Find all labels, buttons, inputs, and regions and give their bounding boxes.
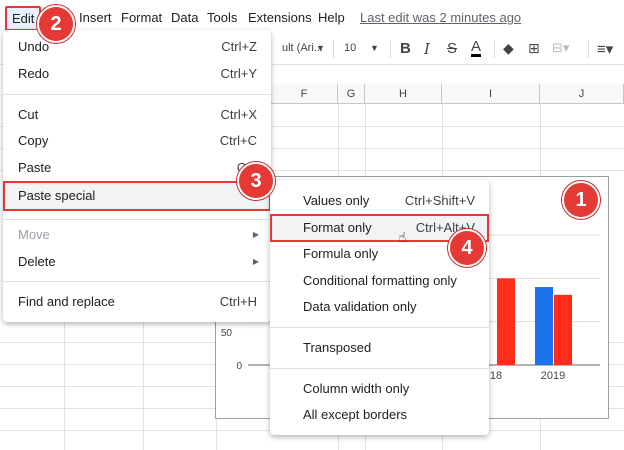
submenu-item-values-only[interactable]: Values only Ctrl+Shift+V: [270, 188, 489, 214]
menu-format[interactable]: Format: [121, 10, 162, 25]
menu-item-move[interactable]: Move ▶: [3, 222, 271, 248]
hand-cursor-icon: ☝: [398, 229, 407, 245]
column-header-h[interactable]: H: [365, 84, 442, 104]
column-header-i[interactable]: I: [442, 84, 540, 104]
column-header-j[interactable]: J: [540, 84, 624, 104]
paste-label: Paste: [18, 160, 52, 175]
last-edit-link[interactable]: Last edit was 2 minutes ago: [360, 10, 521, 25]
menu-tools[interactable]: Tools: [207, 10, 237, 25]
menu-item-cut[interactable]: Cut Ctrl+X: [3, 102, 271, 128]
italic-button[interactable]: I: [424, 40, 430, 58]
column-header-f[interactable]: F: [271, 84, 338, 104]
copy-label: Copy: [18, 133, 49, 148]
strikethrough-button[interactable]: S: [447, 40, 457, 57]
edit-menu: Undo Ctrl+Z Redo Ctrl+Y Cut Ctrl+X Copy …: [3, 30, 271, 322]
x-tick-label-2019: 2019: [541, 370, 565, 382]
x-tick-label-18: 18: [490, 370, 502, 382]
y-tick-label-0: 0: [236, 361, 242, 372]
menu-divider: [3, 281, 271, 282]
menu-edit[interactable]: Edit: [5, 6, 42, 31]
paste-special-label: Paste special: [18, 188, 96, 203]
align-left-icon[interactable]: ≡▾: [597, 40, 613, 58]
submenu-item-all-except-borders[interactable]: All except borders: [270, 402, 489, 428]
values-only-shortcut: Ctrl+Shift+V: [404, 193, 475, 208]
chart-bar: [497, 278, 515, 365]
chart-bar: [554, 294, 572, 365]
borders-icon[interactable]: ⊞: [528, 40, 540, 57]
fill-color-icon[interactable]: ◆: [503, 40, 514, 57]
step-badge-2: 2: [37, 5, 75, 43]
y-tick-label-50: 50: [221, 328, 233, 339]
redo-shortcut: Ctrl+Y: [220, 66, 257, 81]
menu-item-paste-special[interactable]: Paste special: [3, 181, 271, 211]
column-header-g[interactable]: G: [338, 84, 365, 104]
menu-item-copy[interactable]: Copy Ctrl+C: [3, 128, 271, 154]
find-replace-label: Find and replace: [18, 294, 115, 309]
data-validation-label: Data validation only: [303, 299, 417, 314]
menu-divider: [3, 219, 271, 220]
conditional-formatting-label: Conditional formatting only: [303, 273, 457, 288]
column-width-label: Column width only: [303, 381, 410, 396]
submenu-item-conditional-formatting-only[interactable]: Conditional formatting only: [270, 268, 489, 294]
copy-shortcut: Ctrl+C: [219, 133, 257, 148]
submenu-item-column-width-only[interactable]: Column width only: [270, 376, 489, 402]
formula-only-label: Formula only: [303, 246, 379, 261]
font-size-select[interactable]: 10: [344, 42, 356, 54]
menu-bar: Edit Insert Format Data Tools Extensions…: [0, 0, 624, 34]
chart-bar: [535, 287, 553, 365]
menu-divider: [3, 94, 271, 95]
submenu-item-data-validation-only[interactable]: Data validation only: [270, 294, 489, 320]
font-chevron-down-icon[interactable]: ▼: [316, 43, 325, 53]
find-replace-shortcut: Ctrl+H: [219, 294, 257, 309]
cut-label: Cut: [18, 107, 39, 122]
bold-button[interactable]: B: [400, 40, 411, 57]
submenu-arrow-icon: ▶: [252, 230, 259, 239]
step-badge-3: 3: [237, 162, 275, 200]
menu-item-paste[interactable]: Paste Ctrl: [3, 155, 271, 181]
step-badge-1: 1: [562, 181, 600, 219]
submenu-item-transposed[interactable]: Transposed: [270, 335, 489, 361]
menu-item-delete[interactable]: Delete ▶: [3, 249, 271, 275]
submenu-arrow-icon: ▶: [252, 257, 259, 266]
menu-help[interactable]: Help: [318, 10, 345, 25]
undo-shortcut: Ctrl+Z: [221, 39, 257, 54]
menu-data[interactable]: Data: [171, 10, 198, 25]
menu-item-redo[interactable]: Redo Ctrl+Y: [3, 61, 271, 87]
transposed-label: Transposed: [303, 340, 372, 355]
size-chevron-down-icon[interactable]: ▼: [370, 43, 379, 53]
cut-shortcut: Ctrl+X: [220, 107, 257, 122]
redo-label: Redo: [18, 66, 50, 81]
move-label: Move: [18, 227, 50, 242]
step-badge-4: 4: [448, 229, 486, 267]
paste-special-submenu: Values only Ctrl+Shift+V Format only Ctr…: [270, 180, 489, 435]
menu-insert[interactable]: Insert: [79, 10, 112, 25]
menu-item-find-and-replace[interactable]: Find and replace Ctrl+H: [3, 289, 271, 315]
delete-label: Delete: [18, 254, 56, 269]
menu-extensions[interactable]: Extensions: [248, 10, 312, 25]
menu-divider: [270, 368, 489, 369]
all-except-borders-label: All except borders: [303, 407, 408, 422]
merge-cells-icon[interactable]: ⊟▾: [552, 40, 569, 56]
text-color-button[interactable]: A: [471, 39, 482, 57]
menu-divider: [270, 327, 489, 328]
values-only-label: Values only: [303, 193, 370, 208]
format-only-label: Format only: [303, 220, 372, 235]
